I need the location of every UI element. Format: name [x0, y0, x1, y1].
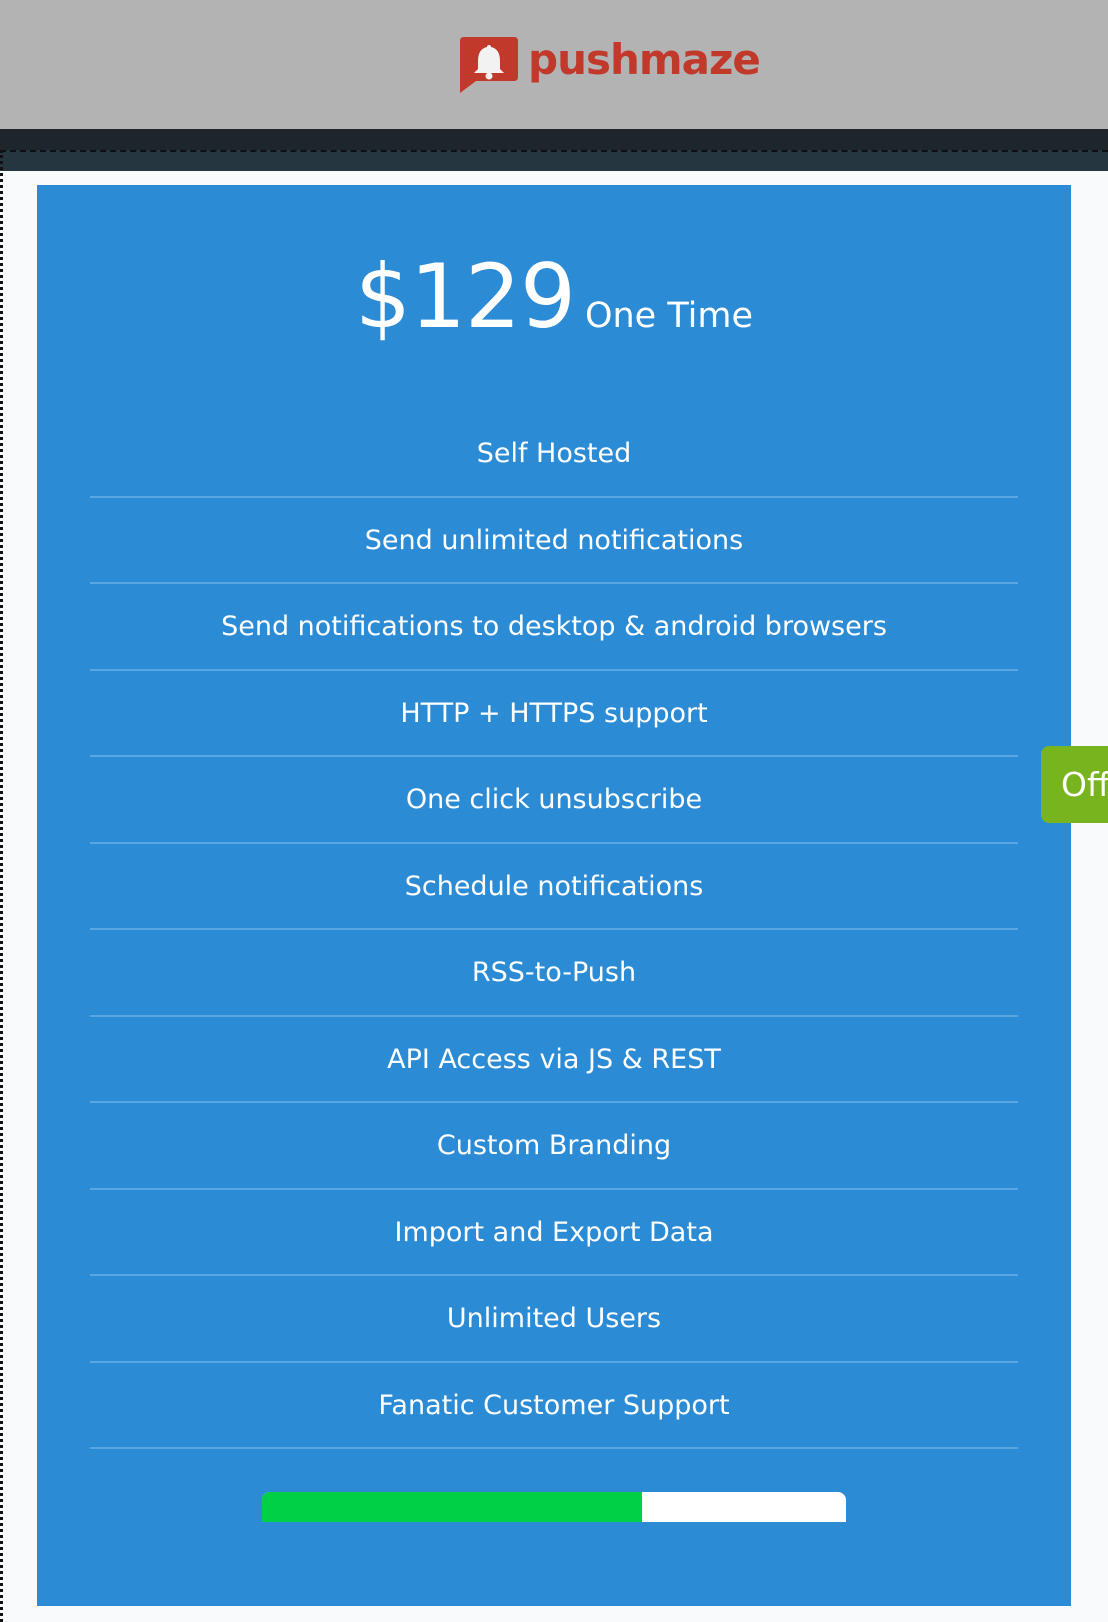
feature-item: Self Hosted	[90, 411, 1018, 498]
feature-item: Send notifications to desktop & android …	[90, 584, 1018, 671]
nav-subbar	[0, 150, 1108, 171]
feature-item: Unlimited Users	[90, 1276, 1018, 1363]
feature-item: HTTP + HTTPS support	[90, 671, 1018, 757]
feature-item: API Access via JS & REST	[90, 1017, 1018, 1103]
feature-item: Fanatic Customer Support	[90, 1363, 1018, 1449]
offer-tab-label: Off	[1061, 765, 1108, 804]
offer-tab[interactable]: Off	[1041, 746, 1108, 823]
feature-item: Custom Branding	[90, 1103, 1018, 1190]
feature-item: Import and Export Data	[90, 1190, 1018, 1276]
focus-outline	[0, 150, 3, 1622]
site-header: pushmaze	[0, 0, 1108, 129]
brand-name: pushmaze	[528, 34, 761, 84]
price-heading: $129 One Time	[37, 245, 1071, 348]
brand-logo[interactable]: pushmaze	[454, 33, 761, 95]
bell-chat-bubble-icon	[460, 37, 518, 93]
progress-bar[interactable]	[262, 1492, 846, 1522]
feature-list: Self Hosted Send unlimited notifications…	[90, 411, 1018, 1449]
pricing-card: $129 One Time Self Hosted Send unlimited …	[37, 185, 1071, 1606]
feature-item: RSS-to-Push	[90, 930, 1018, 1017]
progress-bar-fill	[262, 1492, 642, 1522]
price-amount: $129	[355, 245, 576, 348]
feature-item: One click unsubscribe	[90, 757, 1018, 844]
feature-item: Schedule notifications	[90, 844, 1018, 930]
feature-item: Send unlimited notifications	[90, 498, 1018, 584]
price-term: One Time	[584, 296, 753, 336]
nav-bar	[0, 129, 1108, 150]
